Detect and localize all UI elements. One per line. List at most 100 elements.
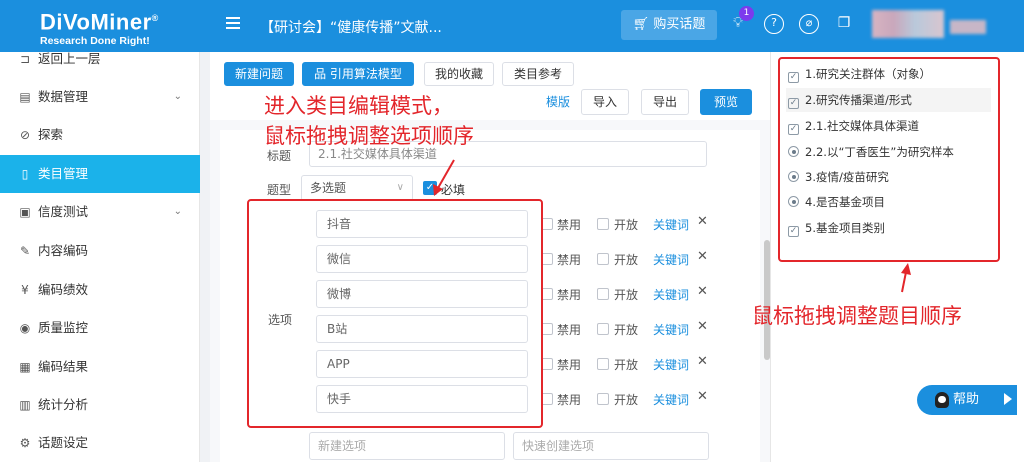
delete-option-icon[interactable]: ✕ bbox=[697, 389, 708, 404]
logo[interactable]: DiVoMiner® Research Done Right! bbox=[40, 6, 170, 48]
keyword-link[interactable]: 关键词 bbox=[653, 321, 689, 338]
sidebar-item-reliability-test[interactable]: ▣ 信度测试 ⌄ bbox=[0, 193, 200, 231]
chevron-down-icon: ∨ bbox=[396, 182, 404, 193]
open-checkbox[interactable] bbox=[597, 253, 609, 265]
pen-icon: ✎ bbox=[19, 244, 31, 258]
logo-brand: DiVoMiner bbox=[40, 9, 152, 35]
currency-icon: ¥ bbox=[21, 283, 29, 297]
sidebar-item-label: 探索 bbox=[38, 127, 64, 142]
sidebar-item-label: 数据管理 bbox=[38, 89, 89, 104]
type-select-value: 多选题 bbox=[310, 181, 347, 195]
keyword-link[interactable]: 关键词 bbox=[653, 391, 689, 408]
sidebar-item-label: 信度测试 bbox=[38, 204, 89, 219]
sidebar-item-quality-monitoring[interactable]: ◉ 质量监控 bbox=[0, 309, 200, 347]
open-label: 开放 bbox=[614, 358, 639, 372]
keyword-link[interactable]: 关键词 bbox=[653, 286, 689, 303]
options-annotation-box bbox=[247, 199, 543, 428]
open-checkbox[interactable] bbox=[597, 358, 609, 370]
annotation-edit-mode-line2: 鼠标拖拽调整选项顺序 bbox=[264, 124, 474, 148]
model-icon: 品 bbox=[314, 67, 330, 81]
favorites-button[interactable]: 我的收藏 bbox=[424, 62, 494, 86]
sidebar-item-label: 内容编码 bbox=[38, 243, 89, 258]
import-button[interactable]: 导入 bbox=[581, 89, 629, 115]
quick-create-option-input[interactable]: 快速创建选项 bbox=[513, 432, 709, 460]
required-checkbox[interactable]: ✓ bbox=[423, 181, 437, 195]
avatar[interactable] bbox=[872, 10, 944, 38]
sidebar-item-content-coding[interactable]: ✎ 内容编码 bbox=[0, 232, 200, 270]
keyword-link[interactable]: 关键词 bbox=[653, 216, 689, 233]
algorithm-model-label: 引用算法模型 bbox=[329, 67, 402, 81]
open-checkbox[interactable] bbox=[597, 218, 609, 230]
template-link[interactable]: 模版 bbox=[546, 93, 570, 110]
keyword-link[interactable]: 关键词 bbox=[653, 251, 689, 268]
open-checkbox[interactable] bbox=[597, 288, 609, 300]
sidebar-item-coding-results[interactable]: ▦ 编码结果 bbox=[0, 348, 200, 386]
delete-option-icon[interactable]: ✕ bbox=[697, 319, 708, 334]
keyword-link[interactable]: 关键词 bbox=[653, 356, 689, 373]
type-select[interactable]: 多选题 ∨ bbox=[301, 175, 413, 201]
sidebar-item-label: 编码结果 bbox=[38, 359, 89, 374]
buy-topic-label: 购买话题 bbox=[653, 17, 706, 32]
back-icon: ⊐ bbox=[19, 52, 31, 66]
bar-chart-icon: ▥ bbox=[19, 398, 31, 412]
help-circle-icon[interactable]: ? bbox=[764, 14, 784, 34]
sidebar-item-statistics[interactable]: ▥ 统计分析 bbox=[0, 386, 200, 424]
chevron-down-icon: ⌄ bbox=[173, 206, 182, 217]
help-label: 帮助 bbox=[953, 392, 980, 407]
open-label: 开放 bbox=[614, 253, 639, 267]
buy-topic-button[interactable]: 🛒︎ 购买话题 bbox=[621, 10, 717, 40]
sidebar-item-label: 类目管理 bbox=[38, 166, 89, 181]
sidebar-item-explore[interactable]: ⊘ 探索 bbox=[0, 116, 200, 154]
sidebar-item-label: 质量监控 bbox=[38, 320, 89, 335]
help-button[interactable]: 帮助 bbox=[917, 385, 1017, 415]
open-label: 开放 bbox=[614, 288, 639, 302]
logo-registered-mark: ® bbox=[151, 13, 159, 23]
qq-penguin-icon bbox=[935, 392, 949, 408]
annotation-edit-mode-line1: 进入类目编辑模式， bbox=[264, 94, 453, 118]
preview-button[interactable]: 预览 bbox=[700, 89, 752, 115]
report-icon: ▦ bbox=[19, 360, 31, 374]
file-icon: ▯ bbox=[21, 167, 29, 181]
disable-label: 禁用 bbox=[557, 253, 582, 267]
sidebar-item-label: 统计分析 bbox=[38, 397, 89, 412]
category-reference-button[interactable]: 类目参考 bbox=[502, 62, 574, 86]
sidebar-item-category-management[interactable]: ▯ 类目管理 bbox=[0, 155, 200, 193]
sidebar-item-coding-performance[interactable]: ¥ 编码绩效 bbox=[0, 271, 200, 309]
clipboard-icon: ▣ bbox=[19, 205, 31, 219]
disable-label: 禁用 bbox=[557, 323, 582, 337]
disable-label: 禁用 bbox=[557, 218, 582, 232]
delete-option-icon[interactable]: ✕ bbox=[697, 249, 708, 264]
open-checkbox[interactable] bbox=[597, 323, 609, 335]
copy-icon[interactable]: ❐ bbox=[834, 14, 854, 34]
open-label: 开放 bbox=[614, 393, 639, 407]
annotation-reorder-questions: 鼠标拖拽调整题目顺序 bbox=[752, 304, 962, 328]
notification-badge: 1 bbox=[739, 6, 754, 21]
user-name-blurred[interactable] bbox=[950, 20, 986, 34]
sidebar-item-label: 编码绩效 bbox=[38, 282, 89, 297]
new-option-input[interactable]: 新建选项 bbox=[309, 432, 505, 460]
required-label: 必填 bbox=[441, 183, 466, 197]
menu-toggle-icon[interactable] bbox=[226, 17, 240, 31]
sidebar-item-data-management[interactable]: ▤ 数据管理 ⌄ bbox=[0, 78, 200, 116]
open-label: 开放 bbox=[614, 218, 639, 232]
compass-icon[interactable]: ⌀ bbox=[799, 14, 819, 34]
algorithm-model-button[interactable]: 品 引用算法模型 bbox=[302, 62, 414, 86]
document-icon: ▤ bbox=[19, 90, 31, 104]
delete-option-icon[interactable]: ✕ bbox=[697, 354, 708, 369]
eye-icon: ◉ bbox=[19, 321, 31, 335]
questions-annotation-box bbox=[778, 57, 1000, 262]
delete-option-icon[interactable]: ✕ bbox=[697, 214, 708, 229]
sidebar-item-topic-settings[interactable]: ⚙ 话题设定 bbox=[0, 424, 200, 462]
export-button[interactable]: 导出 bbox=[641, 89, 689, 115]
sidebar-item-back[interactable]: ⊐ 返回上一层 bbox=[0, 44, 200, 74]
chevron-down-icon: ⌄ bbox=[173, 91, 182, 102]
sidebar-item-label: 话题设定 bbox=[38, 435, 89, 450]
sidebar-item-label: 返回上一层 bbox=[38, 51, 101, 66]
new-question-button[interactable]: 新建问题 bbox=[224, 62, 294, 86]
open-checkbox[interactable] bbox=[597, 393, 609, 405]
project-title: 【研讨会】“健康传播”文献... bbox=[260, 20, 442, 36]
compass-icon: ⊘ bbox=[19, 128, 31, 142]
delete-option-icon[interactable]: ✕ bbox=[697, 284, 708, 299]
cart-icon: 🛒︎ bbox=[632, 17, 650, 32]
open-label: 开放 bbox=[614, 323, 639, 337]
